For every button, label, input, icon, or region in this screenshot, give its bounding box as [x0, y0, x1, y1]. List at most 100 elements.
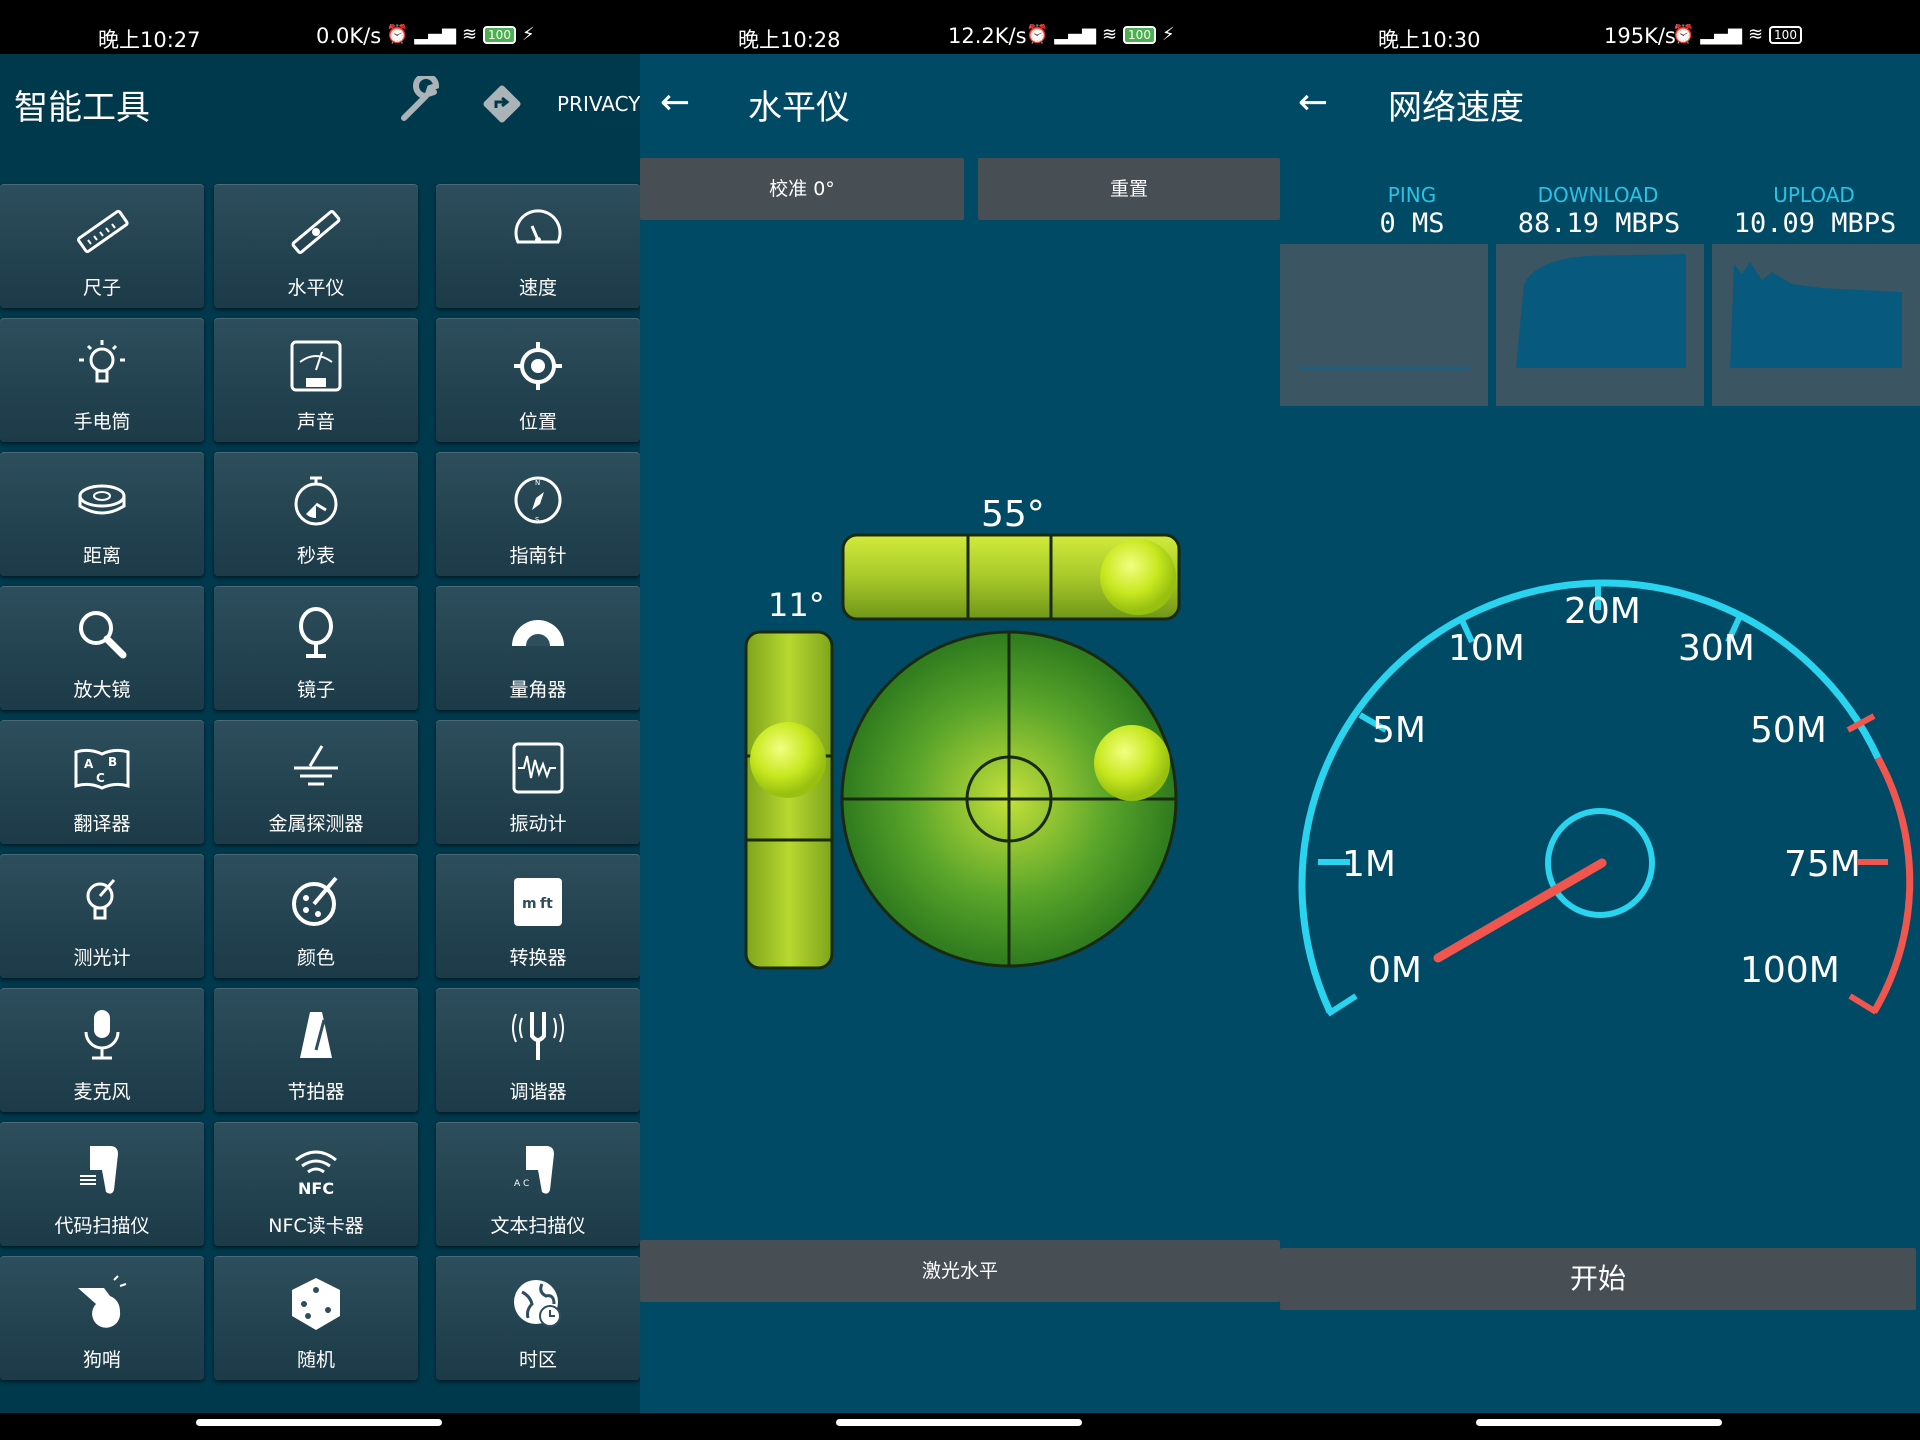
tile-label: 水平仪: [287, 277, 345, 299]
tools-panel: 晚上10:27 0.0K/s ⏰ ▂▄▆ ≋ 100 ⚡ 智能工具 PRIVAC…: [0, 0, 640, 1440]
gauge-tick: 100M: [1740, 950, 1840, 991]
svg-text:ft: ft: [540, 896, 553, 912]
wifi-icon: ≋: [1747, 24, 1764, 45]
tile-color[interactable]: 颜色: [214, 854, 418, 978]
status-net-speed: 0.0K/s: [316, 24, 382, 48]
charging-icon: ⚡: [521, 24, 535, 45]
battery-icon: 100: [1769, 25, 1802, 44]
tile-nfc[interactable]: NFC NFC读卡器: [214, 1122, 418, 1246]
light-meter-icon: [86, 879, 116, 920]
start-button[interactable]: 开始: [1280, 1248, 1916, 1310]
tile-label: 节拍器: [287, 1081, 345, 1103]
unit-converter-icon: m ft: [514, 878, 562, 926]
tile-label: 转换器: [509, 947, 567, 969]
home-indicator[interactable]: [836, 1419, 1082, 1426]
signal-icon: ▂▄▆: [1700, 24, 1742, 45]
privacy-button[interactable]: PRIVACY: [557, 92, 640, 116]
tile-label: 时区: [518, 1349, 557, 1371]
magnifier-icon: [79, 611, 127, 659]
reset-button[interactable]: 重置: [978, 158, 1280, 220]
decibel-meter-icon: [290, 340, 342, 392]
tile-dog-whistle[interactable]: 狗哨: [0, 1256, 204, 1380]
timezone-globe-icon: [514, 1280, 561, 1327]
ping-label: PING: [1387, 183, 1437, 207]
ruler-icon: [77, 209, 129, 254]
tile-ruler[interactable]: 尺子: [0, 184, 204, 308]
circular-level: [840, 630, 1178, 968]
svg-text:A C: A C: [514, 1179, 529, 1189]
calibrate-button[interactable]: 校准 0°: [640, 158, 964, 220]
level-panel: 晚上10:28 12.2K/s ⏰ ▂▄▆ ≋ 100 ⚡ ← 水平仪 校准 0…: [640, 0, 1280, 1440]
tile-translator[interactable]: ABC 翻译器: [0, 720, 204, 844]
tile-metronome[interactable]: 节拍器: [214, 988, 418, 1112]
tile-metal-detector[interactable]: 金属探测器: [214, 720, 418, 844]
wifi-icon: ≋: [1101, 24, 1118, 45]
tile-converter[interactable]: m ft 转换器: [436, 854, 640, 978]
tile-speed[interactable]: 速度: [436, 184, 640, 308]
tile-label: 金属探测器: [268, 813, 364, 835]
tile-label: 调谐器: [509, 1081, 567, 1103]
tile-protractor[interactable]: 量角器: [436, 586, 640, 710]
status-icons: ⏰ ▂▄▆ ≋ 100: [1672, 24, 1802, 45]
nav-bar: [0, 1413, 640, 1440]
page-title: 智能工具: [14, 88, 150, 128]
back-arrow-icon[interactable]: ←: [660, 82, 690, 123]
translator-icon: A BC: [74, 748, 130, 790]
gauge-tick: 50M: [1750, 710, 1827, 751]
horizontal-bubble: [1100, 539, 1176, 615]
tile-mirror[interactable]: 镜子: [214, 586, 418, 710]
tile-label: 代码扫描仪: [54, 1215, 150, 1237]
metal-detector-icon: [294, 745, 338, 786]
tile-label: 狗哨: [82, 1349, 121, 1371]
tile-level[interactable]: 水平仪: [214, 184, 418, 308]
tile-distance[interactable]: 距离: [0, 452, 204, 576]
svg-text:S: S: [535, 516, 540, 524]
home-indicator[interactable]: [1476, 1419, 1722, 1426]
tile-stopwatch[interactable]: 秒表: [214, 452, 418, 576]
tile-magnifier[interactable]: 放大镜: [0, 586, 204, 710]
circular-bubble: [1094, 725, 1170, 801]
laser-level-button[interactable]: 激光水平: [640, 1240, 1280, 1302]
status-time: 晚上10:27: [98, 28, 201, 52]
upload-label: UPLOAD: [1773, 183, 1855, 207]
tile-tuner[interactable]: 调谐器: [436, 988, 640, 1112]
wifi-icon: ≋: [461, 24, 478, 45]
metronome-icon: [300, 1012, 332, 1058]
tuning-fork-icon: [512, 1012, 564, 1060]
tile-timezone[interactable]: 时区: [436, 1256, 640, 1380]
tile-flashlight[interactable]: 手电筒: [0, 318, 204, 442]
mirror-icon: [299, 607, 333, 658]
download-value: 88.19 MBPS: [1517, 208, 1681, 239]
tape-measure-icon: [78, 484, 126, 515]
tile-code-scanner[interactable]: 代码扫描仪: [0, 1122, 204, 1246]
nfc-icon: NFC: [295, 1150, 337, 1198]
tile-location[interactable]: 位置: [436, 318, 640, 442]
upload-value: 10.09 MBPS: [1733, 208, 1897, 239]
tile-vibrometer[interactable]: 振动计: [436, 720, 640, 844]
gauge-arc: [1298, 579, 1882, 1014]
tile-label: 翻译器: [73, 813, 131, 835]
directions-icon[interactable]: [480, 82, 524, 126]
dice-icon: [292, 1278, 340, 1330]
horizontal-vial: [841, 533, 1181, 621]
tile-microphone[interactable]: 麦克风: [0, 988, 204, 1112]
gauge-labels: 0M 1M 5M 10M 20M 30M 50M 75M 100M: [1342, 591, 1861, 991]
back-arrow-icon[interactable]: ←: [1298, 82, 1328, 123]
wrench-icon[interactable]: [396, 76, 448, 128]
gauge-tick: 1M: [1342, 844, 1396, 885]
tile-compass[interactable]: NS 指南针: [436, 452, 640, 576]
tile-text-scanner[interactable]: A C 文本扫描仪: [436, 1122, 640, 1246]
tile-label: 秒表: [296, 545, 335, 567]
location-icon: [514, 342, 562, 390]
svg-text:A: A: [84, 757, 94, 771]
status-icons: ⏰ ▂▄▆ ≋ 100 ⚡: [1026, 24, 1175, 45]
tile-sound[interactable]: 声音: [214, 318, 418, 442]
flashlight-icon: [79, 340, 125, 383]
alarm-icon: ⏰: [386, 24, 409, 45]
nav-bar: [640, 1413, 1280, 1440]
tile-random[interactable]: 随机: [214, 1256, 418, 1380]
home-indicator[interactable]: [196, 1419, 442, 1426]
vibrometer-icon: [512, 742, 564, 794]
tile-light-meter[interactable]: 测光计: [0, 854, 204, 978]
tile-label: 速度: [518, 277, 557, 299]
